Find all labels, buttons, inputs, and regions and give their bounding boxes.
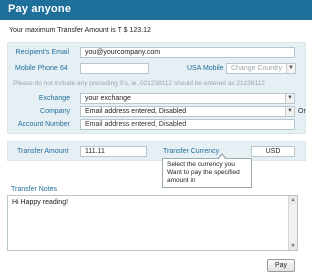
tooltip-text: Select the currency you Want to pay the … [167,161,240,184]
page-title: Pay anyone [8,3,72,15]
recipient-email-label: Recipient's Email [15,49,69,56]
recipient-email-input[interactable]: you@yourcompany.com [80,47,295,58]
transfer-amount-input[interactable]: 111.11 [80,146,147,157]
company-value: Email address entered, Disabled [85,108,187,115]
exchange-label: Exchange [38,95,70,102]
transfer-notes-textarea[interactable]: Hi Happy reading! ▲ ▼ [7,195,298,251]
scroll-down-icon[interactable]: ▼ [289,242,297,250]
exchange-value: your exchange [85,95,131,102]
chevron-down-icon: ▼ [285,94,294,103]
chevron-down-icon: ▼ [286,64,295,73]
chevron-down-icon: ▼ [285,107,294,116]
transfer-amount-label: Transfer Amount [17,148,69,155]
notes-scrollbar[interactable]: ▲ ▼ [288,196,297,250]
exchange-select[interactable]: your exchange ▼ [80,93,295,104]
account-number-input[interactable]: Email address entered, Disabled [80,119,295,130]
mobile-phone-input[interactable] [80,63,149,74]
company-label: Company [40,108,70,115]
transfer-currency-label: Transfer Currency [163,148,220,155]
tooltip-pointer-inner [218,155,226,160]
change-country-select[interactable]: Change Country ▼ [226,63,296,74]
transfer-notes-label: Transfer Notes [11,186,58,193]
company-select[interactable]: Email address entered, Disabled ▼ [80,106,295,117]
scroll-up-icon[interactable]: ▲ [289,196,297,204]
mobile-phone-label: Mobile Phone [15,65,58,72]
change-country-value: Change Country [231,65,282,72]
transfer-notes-value: Hi Happy reading! [12,199,69,206]
page-header: Pay anyone [0,0,312,20]
account-number-label: Account Number [17,121,70,128]
currency-tooltip: Select the currency you Want to pay the … [162,153,252,188]
max-transfer-amount: T $ 123.12 [117,27,151,34]
mobile-hint: Please do not include any preceding 0's.… [13,80,265,87]
pay-button[interactable]: Pay [267,259,295,272]
or-label: Or [298,108,306,115]
max-transfer-line: Your maximum Transfer Amount is T $ 123.… [9,27,151,34]
mobile-country-code: 64 [60,65,68,72]
usa-mobile-label: USA Mobile [187,65,224,72]
max-transfer-text: Your maximum Transfer Amount is [9,27,116,34]
transfer-currency-input[interactable]: USD [251,146,295,157]
